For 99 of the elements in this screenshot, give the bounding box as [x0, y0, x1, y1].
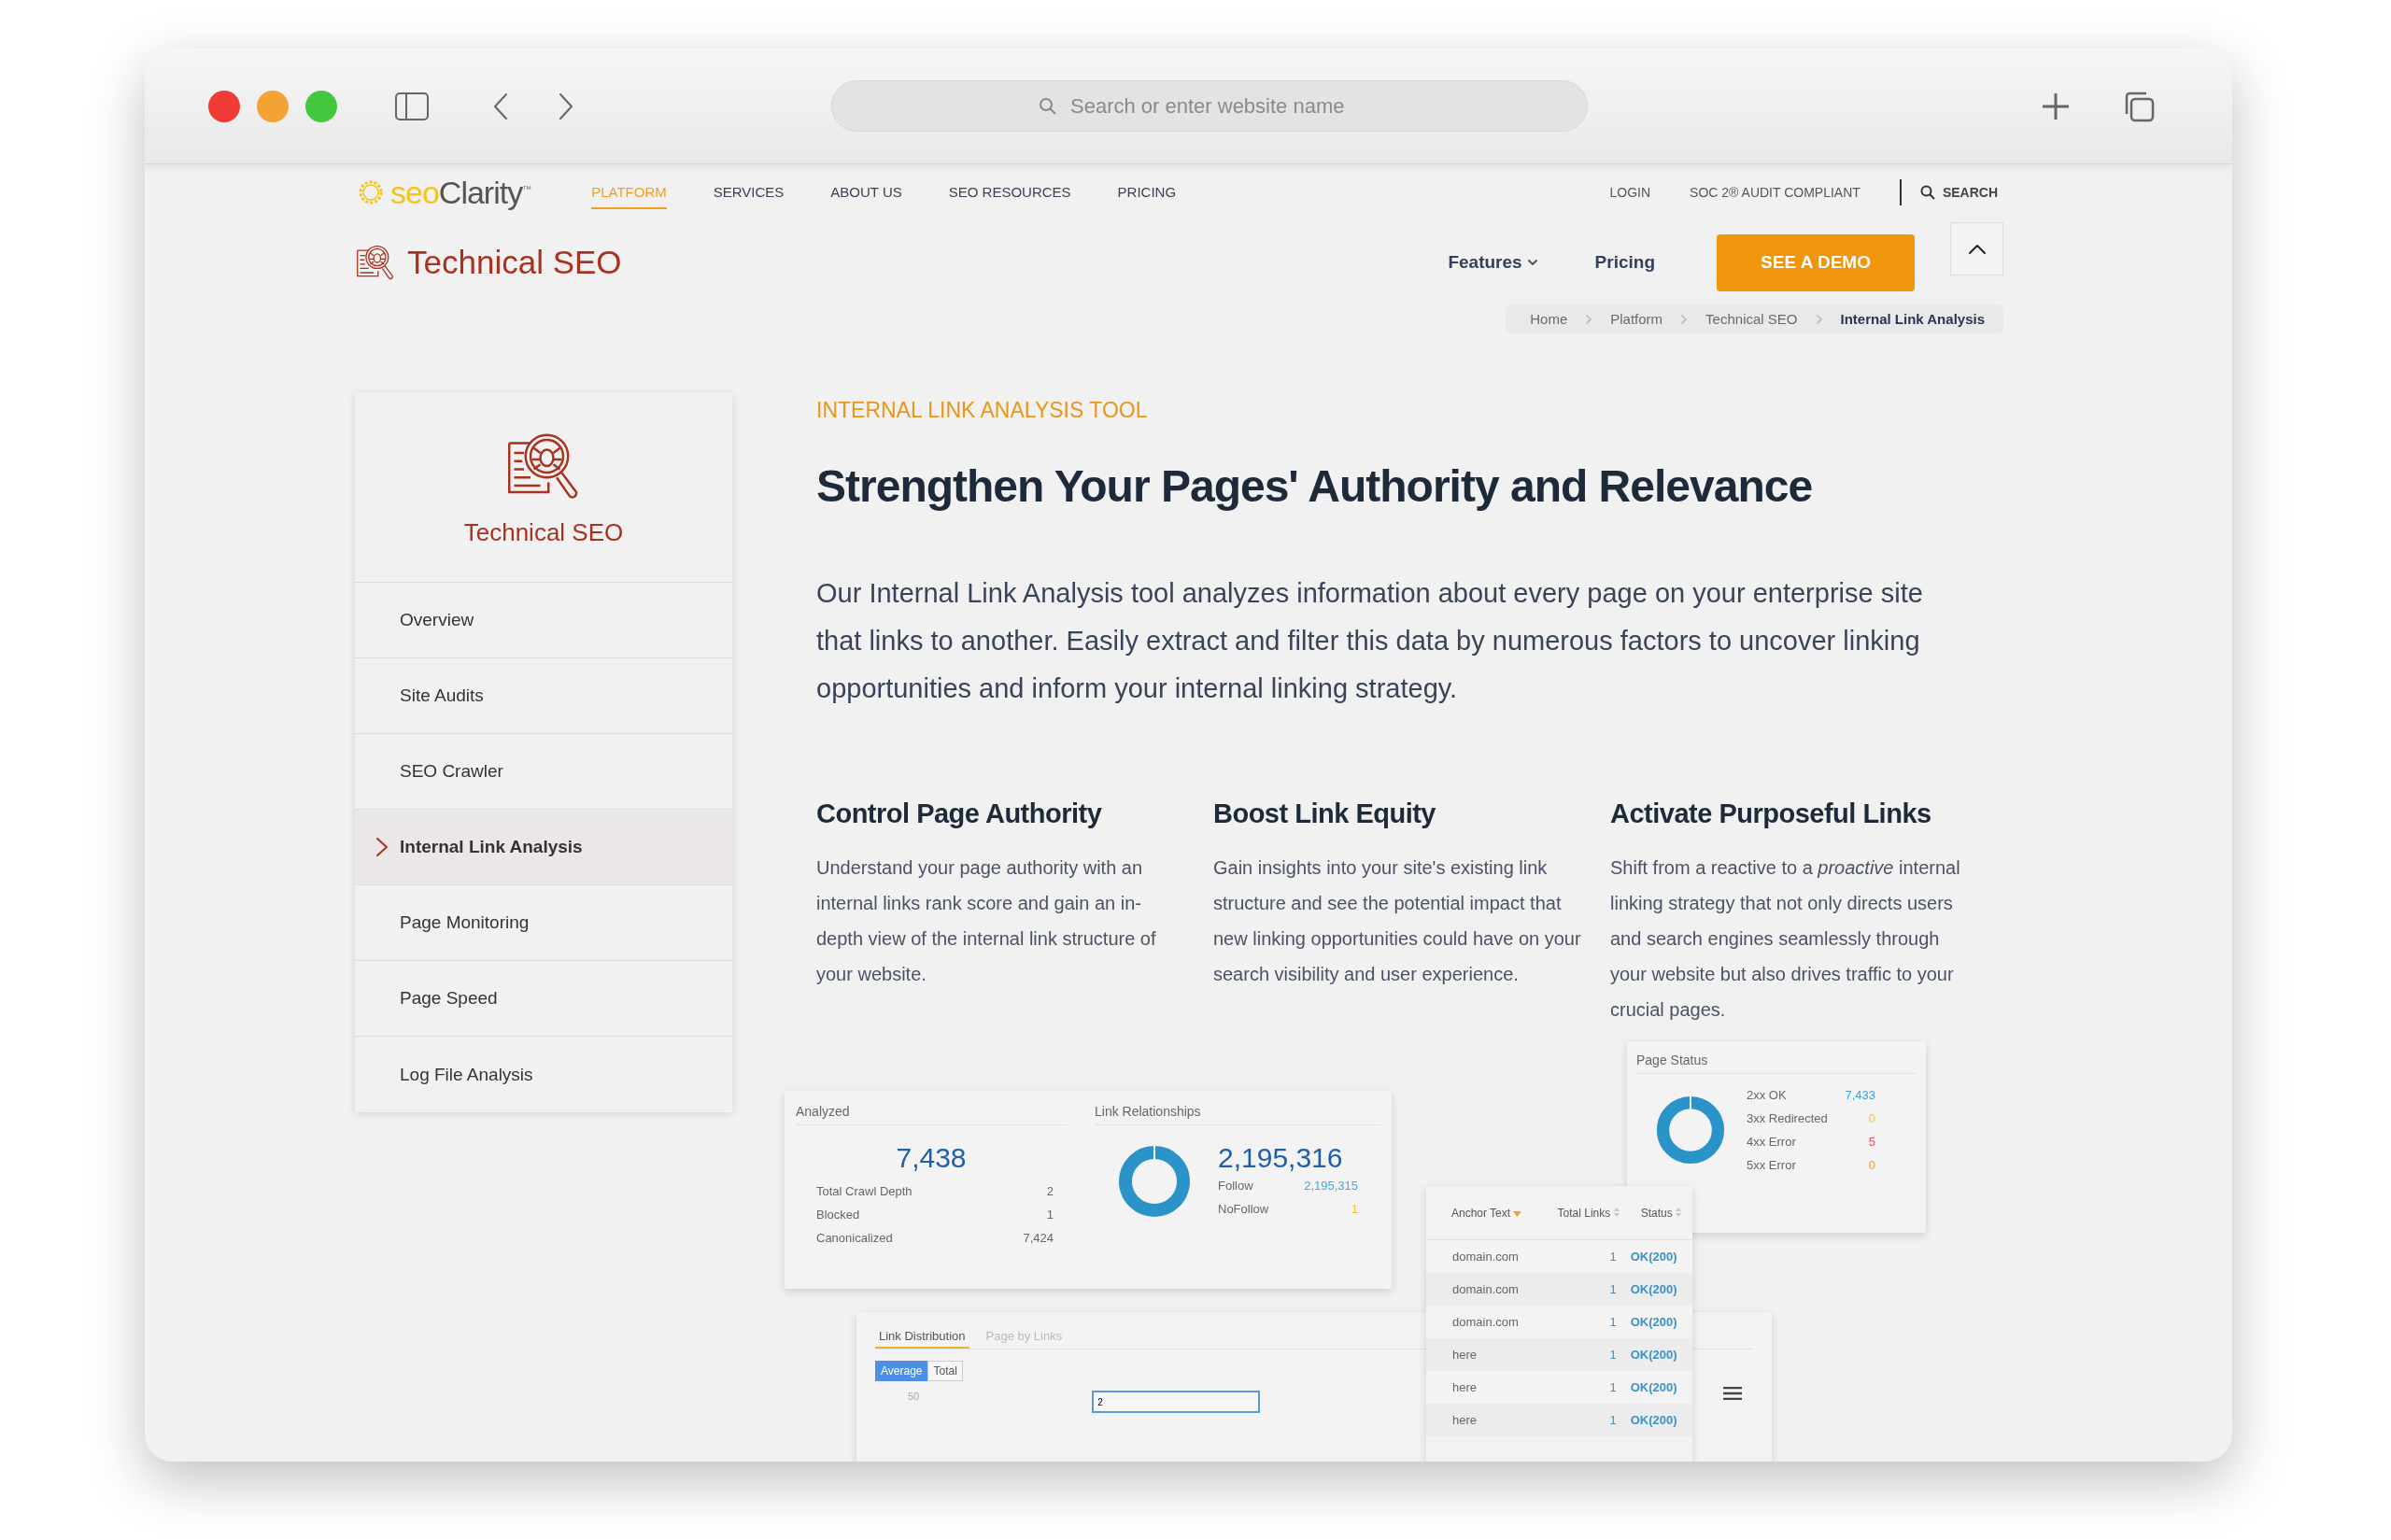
table-cell: OK(200)	[1630, 1315, 1677, 1329]
breadcrumb-link[interactable]: Internal Link Analysis	[1834, 310, 1990, 328]
sidebar-item[interactable]: Log File Analysis	[355, 1037, 732, 1112]
metric-value: 1	[1046, 1208, 1054, 1222]
card-title: Page Status	[1636, 1053, 1917, 1074]
back-icon[interactable]	[492, 92, 509, 120]
product-nav-link[interactable]: Pricing	[1589, 251, 1661, 274]
chevron-down-icon	[1527, 259, 1537, 266]
legend-label: Follow	[1218, 1179, 1253, 1193]
chevron-right-icon	[375, 837, 389, 857]
legend-value: 2,195,315	[1304, 1179, 1358, 1193]
table-cell: domain.com	[1452, 1282, 1519, 1296]
search-icon	[1039, 97, 1057, 116]
sidebar-title: Technical SEO	[463, 518, 624, 547]
intro-paragraph: Our Internal Link Analysis tool analyzes information about every page on your enterprise site that links to another. Easily extract and filter this data by numerous factors to uncover linking opportunities and inform your internal linking strategy.	[816, 577, 1924, 705]
table-cell: 1	[1609, 1315, 1617, 1329]
column-header[interactable]: Anchor Text	[1450, 1206, 1511, 1220]
search-button[interactable]: SEARCH	[1914, 184, 2003, 201]
table-cell: 1	[1609, 1348, 1617, 1362]
legend-value: 5	[1868, 1135, 1875, 1149]
breadcrumb-link[interactable]: Platform	[1605, 310, 1669, 328]
table-cell: OK(200)	[1630, 1413, 1677, 1427]
metric-value: 2,195,316	[1218, 1142, 1344, 1174]
table-cell: domain.com	[1452, 1250, 1519, 1264]
sidebar-item[interactable]: Overview	[355, 583, 732, 658]
utility-link[interactable]: SOC 2® AUDIT COMPLIANT	[1690, 185, 1860, 200]
nav-link[interactable]: SERVICES	[713, 176, 785, 209]
breadcrumb-link[interactable]: Home	[1524, 310, 1574, 328]
search-icon	[1919, 185, 1935, 200]
breadcrumb-separator-icon	[1586, 314, 1592, 324]
axis-label: 50	[908, 1391, 920, 1402]
feature-text: Understand your page authority with an internal links rank score and gain an in-depth view of the internal link structure of your website.	[816, 856, 1157, 986]
card-title: Link Relationships	[1095, 1104, 1380, 1125]
chevron-up-icon	[1967, 243, 1987, 255]
sidebar-item[interactable]: SEO Crawler	[355, 734, 732, 810]
chart-tab[interactable]: Link Distribution	[875, 1325, 969, 1349]
legend-label: 3xx Redirected	[1747, 1111, 1828, 1125]
table-cell: OK(200)	[1630, 1250, 1677, 1264]
table-cell: 1	[1609, 1250, 1617, 1264]
breadcrumb-separator-icon	[1681, 314, 1688, 324]
feature-text: Gain insights into your site's existing link structure and see the potential impact that new linking opportunities could have on your search visibility and user experience.	[1213, 856, 1582, 986]
metric-value: 7,424	[1023, 1231, 1054, 1245]
metric-value: 7,438	[896, 1142, 967, 1173]
metric-value: 2	[1046, 1184, 1054, 1198]
feature-heading: Control Page Authority	[816, 798, 1103, 829]
column-header[interactable]: Total Links	[1557, 1206, 1611, 1220]
breadcrumb-separator-icon	[1816, 314, 1822, 324]
tabs-icon[interactable]	[2123, 90, 2155, 122]
legend-value: 0	[1868, 1158, 1875, 1172]
table-cell: 1	[1609, 1413, 1617, 1427]
table-cell: 1	[1609, 1282, 1617, 1296]
utility-link[interactable]: LOGIN	[1609, 185, 1651, 200]
close-window-button[interactable]	[208, 90, 240, 122]
table-cell: here	[1452, 1380, 1478, 1394]
legend-label: NoFollow	[1218, 1202, 1269, 1216]
legend-label: 4xx Error	[1747, 1135, 1796, 1149]
new-tab-icon[interactable]	[2041, 91, 2071, 121]
table-cell: 1	[1609, 1380, 1617, 1394]
feature-heading: Activate Purposeful Links	[1610, 798, 1932, 829]
minimize-window-button[interactable]	[257, 90, 289, 122]
product-nav-link[interactable]: Features	[1442, 251, 1543, 274]
value-field[interactable]: 2	[1092, 1391, 1261, 1413]
sort-descending-icon[interactable]	[1513, 1210, 1522, 1217]
toggle-option[interactable]: Total	[927, 1361, 963, 1381]
nav-link[interactable]: PRICING	[1117, 176, 1177, 209]
page-heading: Strengthen Your Pages' Authority and Relevance	[816, 460, 1814, 512]
sidebar-icon[interactable]	[395, 92, 429, 120]
table-cell: OK(200)	[1630, 1282, 1677, 1296]
nav-link[interactable]: ABOUT US	[830, 176, 902, 209]
sidebar-item[interactable]: Page Speed	[355, 961, 732, 1037]
sidebar-item[interactable]: Internal Link Analysis	[355, 810, 732, 885]
table-cell: here	[1452, 1348, 1478, 1362]
address-field[interactable]: Search or enter website name	[831, 80, 1588, 132]
breadcrumb-link[interactable]: Technical SEO	[1700, 310, 1804, 328]
feature-heading: Boost Link Equity	[1213, 798, 1436, 829]
legend-label: 2xx OK	[1747, 1088, 1787, 1102]
table-cell: domain.com	[1452, 1315, 1519, 1329]
menu-icon[interactable]	[1723, 1387, 1742, 1400]
column-header[interactable]: Status	[1640, 1206, 1673, 1220]
product-title: Technical SEO	[407, 244, 622, 281]
legend-label: 5xx Error	[1747, 1158, 1796, 1172]
feature-text: Shift from a reactive to a proactive internal linking strategy that not only directs users and search engines seamlessly through your website but also drives traffic to your crucial pages.	[1610, 856, 1961, 1022]
forward-icon[interactable]	[558, 92, 574, 120]
card-title: Analyzed	[796, 1104, 1067, 1125]
legend-value: 0	[1868, 1111, 1875, 1125]
metric-label: Canonicalized	[816, 1231, 893, 1245]
sidebar-item[interactable]: Page Monitoring	[355, 885, 732, 961]
table-cell: here	[1452, 1413, 1478, 1427]
nav-link[interactable]: SEO RESOURCES	[948, 176, 1071, 209]
table-cell: OK(200)	[1630, 1348, 1677, 1362]
eyebrow-label: INTERNAL LINK ANALYSIS TOOL	[816, 398, 1149, 423]
table-cell: OK(200)	[1630, 1380, 1677, 1394]
metric-label: Total Crawl Depth	[816, 1184, 913, 1198]
legend-value: 1	[1351, 1202, 1358, 1216]
metric-label: Blocked	[816, 1208, 860, 1222]
maximize-window-button[interactable]	[305, 90, 337, 122]
legend-value: 7,433	[1845, 1088, 1875, 1102]
sidebar-item[interactable]: Site Audits	[355, 658, 732, 734]
site-logo[interactable]: seoClarity$^{™}$	[390, 174, 531, 211]
